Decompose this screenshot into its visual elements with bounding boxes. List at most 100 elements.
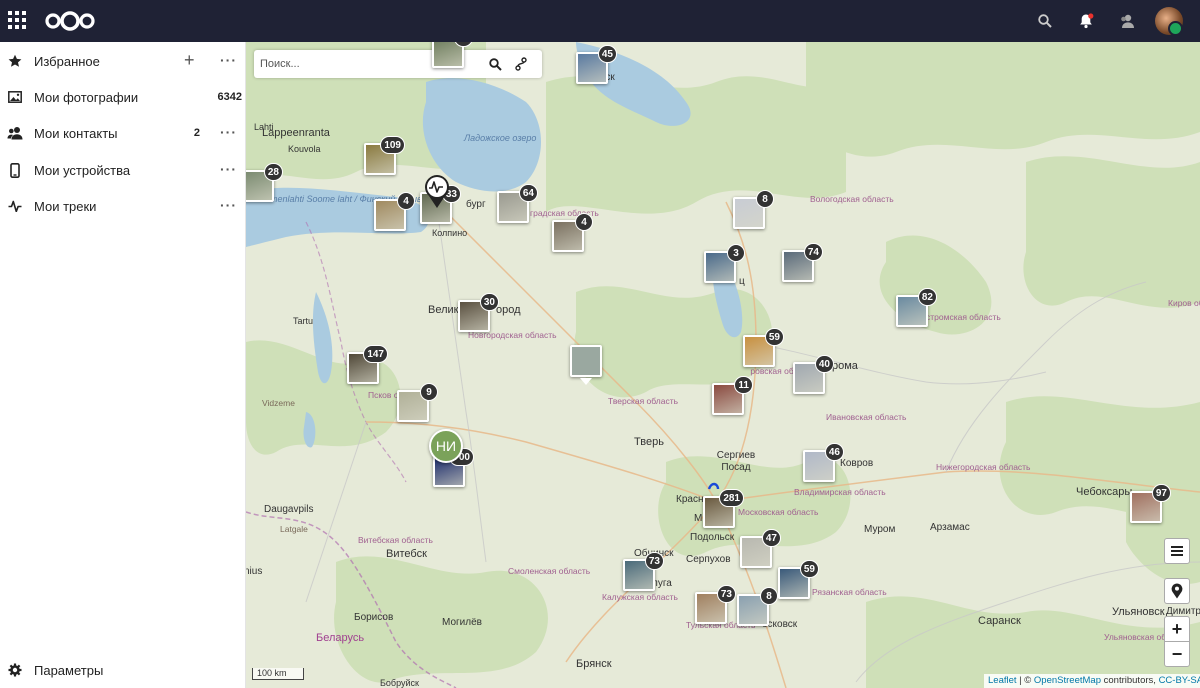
photo-cluster[interactable]: 3 — [704, 244, 745, 283]
map-view[interactable]: Lappeenranta Kouvola Lahti Ладожское озе… — [246, 42, 1200, 688]
photo-cluster[interactable]: 40 — [793, 355, 834, 394]
nav-item-photos[interactable]: Мои фотографии 6342 — [0, 79, 246, 115]
photo-cluster[interactable]: 109 — [364, 136, 405, 175]
more-actions-button[interactable]: ··· — [220, 124, 237, 140]
star-icon — [7, 53, 23, 69]
nav-label: Мои контакты — [34, 125, 118, 141]
map-label: Арзамас — [930, 522, 970, 533]
cluster-count-badge: 4 — [397, 192, 415, 210]
cluster-count-badge: 9 — [420, 383, 438, 401]
photo-cluster[interactable]: 11 — [712, 376, 753, 415]
cluster-count-badge: 281 — [719, 489, 744, 507]
more-actions-button[interactable]: ··· — [220, 52, 237, 68]
apps-grid-icon[interactable] — [8, 11, 26, 29]
nav-label: Избранное — [34, 53, 100, 69]
cluster-count-badge: 3 — [727, 244, 745, 262]
photo-marker[interactable] — [570, 345, 602, 377]
search-icon[interactable] — [1034, 10, 1056, 32]
photo-cluster[interactable]: 74 — [782, 243, 823, 282]
map-label: nius — [246, 566, 263, 577]
settings-button[interactable]: Параметры — [0, 652, 246, 688]
photo-cluster[interactable]: 64 — [497, 184, 538, 223]
photo-cluster[interactable]: 97 — [1130, 484, 1171, 523]
photo-count: 6342 — [217, 91, 242, 103]
cluster-count-badge: 28 — [263, 163, 283, 181]
cluster-count-badge: 45 — [597, 45, 617, 63]
photo-cluster[interactable]: 45 — [576, 45, 617, 84]
track-pin-icon[interactable] — [424, 175, 450, 214]
map-label: Сергиев Посад — [716, 450, 756, 473]
map-label: Вологодская область — [810, 194, 894, 204]
map-label: Ульяновская область — [1104, 632, 1188, 642]
locate-button[interactable] — [1164, 578, 1190, 604]
photo-cluster[interactable]: 147 — [347, 345, 388, 384]
photo-cluster[interactable]: 28 — [246, 163, 283, 202]
cluster-count-badge: 30 — [479, 293, 499, 311]
cluster-count-badge: 47 — [761, 529, 781, 547]
nav-item-contacts[interactable]: Мои контакты 2 ··· — [0, 115, 246, 151]
app-navigation: Избранное + ··· Мои фотографии 6342 Мои … — [0, 42, 246, 688]
more-actions-button[interactable]: ··· — [220, 197, 237, 213]
photo-cluster[interactable]: 9 — [397, 383, 438, 422]
bell-icon[interactable] — [1075, 10, 1097, 32]
nav-item-tracks[interactable]: Мои треки ··· — [0, 188, 246, 224]
photo-cluster[interactable]: 59 — [743, 328, 784, 367]
cluster-count-badge: 74 — [803, 243, 823, 261]
cluster-count-badge: 4 — [575, 213, 593, 231]
cluster-count-badge: 64 — [518, 184, 538, 202]
license-link[interactable]: CC-BY-SA — [1159, 675, 1200, 686]
osm-link[interactable]: OpenStreetMap — [1034, 675, 1101, 686]
map-label: Велик — [428, 304, 459, 316]
photo-cluster[interactable]: 4 — [374, 192, 415, 231]
top-header — [0, 0, 1200, 42]
photo-cluster[interactable]: 59 — [778, 560, 819, 599]
map-label: Тверская область — [608, 396, 679, 406]
cluster-count-badge: 46 — [824, 443, 844, 461]
photo-cluster[interactable]: 30 — [458, 293, 499, 332]
map-label: Бобруйск — [380, 678, 419, 688]
cluster-count-badge: 109 — [380, 136, 405, 154]
photo-cluster[interactable]: 73 — [695, 585, 736, 624]
map-label: Беларусь — [316, 632, 365, 644]
map-label: рома — [832, 360, 858, 372]
photo-cluster[interactable]: 65 — [432, 42, 473, 68]
photo-cluster[interactable]: 46 — [803, 443, 844, 482]
cluster-count-badge: 8 — [756, 190, 774, 208]
photo-cluster[interactable]: 8 — [737, 587, 778, 626]
photo-cluster[interactable]: 82 — [896, 288, 937, 327]
photo-cluster[interactable]: 281 — [703, 489, 744, 528]
search-icon[interactable] — [486, 55, 504, 73]
map-label: ород — [496, 304, 521, 316]
photo-cluster[interactable]: 4 — [552, 213, 593, 252]
contacts-icon[interactable] — [1116, 10, 1138, 32]
map-attribution: Leaflet | © OpenStreetMap contributors, … — [984, 674, 1200, 688]
nextcloud-logo[interactable] — [44, 10, 96, 32]
map-label: Брянск — [576, 658, 612, 670]
zoom-out-button[interactable]: − — [1164, 641, 1190, 667]
nav-label: Мои фотографии — [34, 89, 139, 105]
add-favorite-button[interactable]: + — [184, 51, 195, 69]
map-label: Красн — [676, 494, 704, 505]
contact-marker[interactable]: НИ — [429, 429, 463, 463]
map-label: Lahti — [254, 122, 274, 132]
photo-cluster[interactable]: 73 — [623, 552, 664, 591]
nav-item-devices[interactable]: Мои устройства ··· — [0, 152, 246, 188]
scale-bar: 100 km — [252, 668, 304, 680]
layers-menu-button[interactable] — [1164, 538, 1190, 564]
map-label: стромская область — [926, 312, 1001, 322]
map-label: бург — [466, 199, 486, 210]
route-icon[interactable] — [512, 55, 530, 73]
more-actions-button[interactable]: ··· — [220, 161, 237, 177]
map-label: Муром — [864, 524, 896, 535]
map-label: Ивановская область — [826, 412, 907, 422]
cluster-count-badge: 8 — [760, 587, 778, 605]
nav-item-favorites[interactable]: Избранное + ··· — [0, 43, 246, 79]
photo-cluster[interactable]: 8 — [733, 190, 774, 229]
photo-cluster[interactable]: 47 — [740, 529, 781, 568]
zoom-in-button[interactable]: + — [1164, 616, 1190, 642]
nav-label: Мои устройства — [34, 162, 131, 178]
leaflet-link[interactable]: Leaflet — [988, 675, 1017, 686]
cluster-count-badge: 73 — [644, 552, 664, 570]
image-icon — [7, 89, 23, 105]
map-label: Владимирская область — [794, 487, 886, 497]
